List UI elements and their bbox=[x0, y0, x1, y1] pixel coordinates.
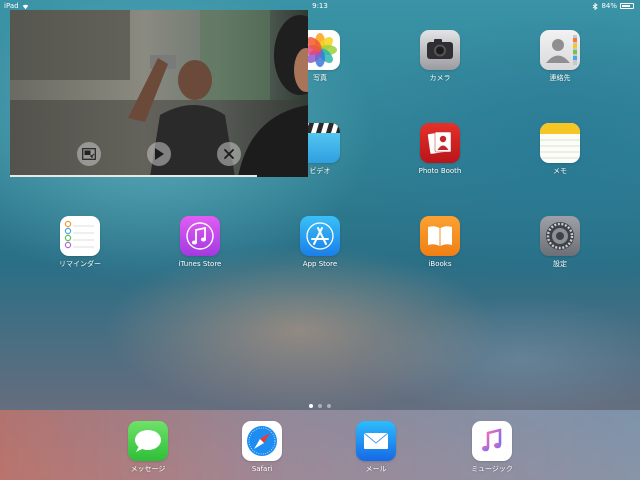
app-photo-booth[interactable]: Photo Booth bbox=[400, 123, 480, 176]
page-dot[interactable] bbox=[309, 404, 313, 408]
messages-icon bbox=[128, 421, 168, 461]
settings-gear-icon bbox=[540, 216, 580, 256]
app-label: 写真 bbox=[313, 74, 327, 82]
pip-close-button[interactable] bbox=[217, 142, 241, 166]
app-label: メッセージ bbox=[130, 465, 166, 473]
app-label: iBooks bbox=[428, 260, 452, 268]
pip-video-window[interactable] bbox=[10, 10, 308, 177]
app-label: 連絡先 bbox=[549, 74, 571, 82]
page-dot[interactable] bbox=[318, 404, 322, 408]
battery-percent: 84% bbox=[601, 2, 617, 10]
notes-icon bbox=[540, 123, 580, 163]
app-label: Photo Booth bbox=[418, 167, 462, 175]
dock-app-messages[interactable]: メッセージ bbox=[108, 421, 188, 474]
app-itunes-store[interactable]: iTunes Store bbox=[160, 216, 240, 269]
mail-envelope-icon bbox=[356, 421, 396, 461]
app-label: カメラ bbox=[429, 74, 451, 82]
app-label: iTunes Store bbox=[178, 260, 222, 268]
app-label: Safari bbox=[251, 465, 273, 473]
itunes-store-icon bbox=[180, 216, 220, 256]
music-note-icon bbox=[472, 421, 512, 461]
app-notes[interactable]: メモ bbox=[520, 123, 600, 176]
safari-compass-icon bbox=[242, 421, 282, 461]
dock-app-mail[interactable]: メール bbox=[336, 421, 416, 474]
pip-controls bbox=[10, 142, 308, 166]
contacts-icon bbox=[540, 30, 580, 70]
pip-progress-bar[interactable] bbox=[10, 175, 258, 177]
clock: 9:13 bbox=[312, 2, 328, 10]
app-app-store[interactable]: App Store bbox=[280, 216, 360, 269]
dock bbox=[0, 410, 640, 480]
app-reminders[interactable]: リマインダー bbox=[40, 216, 120, 269]
ibooks-icon bbox=[420, 216, 460, 256]
battery-icon bbox=[620, 3, 634, 9]
app-label: ビデオ bbox=[309, 167, 331, 175]
app-label: App Store bbox=[302, 260, 338, 268]
page-indicator[interactable] bbox=[0, 404, 640, 408]
dock-app-safari[interactable]: Safari bbox=[222, 421, 302, 474]
app-contacts[interactable]: 連絡先 bbox=[520, 30, 600, 83]
app-camera[interactable]: カメラ bbox=[400, 30, 480, 83]
dock-app-music[interactable]: ミュージック bbox=[452, 421, 532, 474]
app-label: メモ bbox=[553, 167, 567, 175]
reminders-icon bbox=[60, 216, 100, 256]
picture-in-picture-icon bbox=[82, 148, 96, 160]
photo-booth-icon bbox=[420, 123, 460, 163]
app-label: 設定 bbox=[553, 260, 567, 268]
app-label: リマインダー bbox=[59, 260, 101, 268]
page-dot[interactable] bbox=[327, 404, 331, 408]
app-label: ミュージック bbox=[471, 465, 513, 473]
camera-icon bbox=[420, 30, 460, 70]
app-ibooks[interactable]: iBooks bbox=[400, 216, 480, 269]
app-store-icon bbox=[300, 216, 340, 256]
close-icon bbox=[224, 149, 234, 159]
app-settings[interactable]: 設定 bbox=[520, 216, 600, 269]
app-label: メール bbox=[365, 465, 387, 473]
play-icon bbox=[155, 148, 164, 160]
pip-restore-button[interactable] bbox=[77, 142, 101, 166]
bluetooth-icon bbox=[593, 2, 599, 10]
pip-play-button[interactable] bbox=[147, 142, 171, 166]
